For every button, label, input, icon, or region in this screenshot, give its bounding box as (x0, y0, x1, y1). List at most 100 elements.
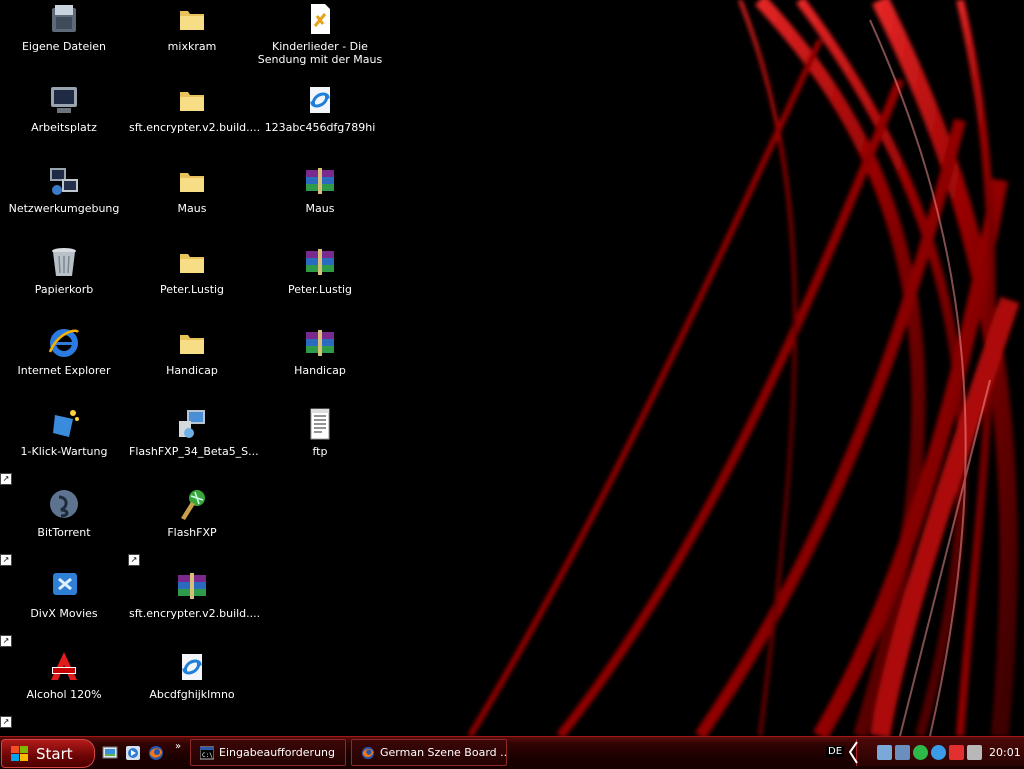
icon-label: ftp (312, 445, 328, 458)
icon-label: Peter.Lustig (287, 283, 353, 296)
tray-alert-icon[interactable] (949, 745, 964, 760)
tray-volume-icon[interactable] (967, 745, 982, 760)
tray-app-icon[interactable] (877, 745, 892, 760)
desktop-icon-divx[interactable]: ↗ DivX Movies (0, 569, 128, 647)
windows-logo-icon (10, 745, 30, 763)
icon-label: Papierkorb (34, 283, 94, 296)
winrar-archive-icon (306, 168, 334, 194)
icon-label: Netzwerkumgebung (8, 202, 120, 215)
icon-label: Arbeitsplatz (31, 121, 97, 134)
desktop-icon-flashfxp[interactable]: ↗ FlashFXP (128, 488, 256, 566)
winrar-archive-icon (306, 330, 334, 356)
svg-text:C:\: C:\ (202, 752, 213, 759)
icon-label: 123abc456dfg789hi (264, 121, 376, 134)
clock[interactable]: 20:01 (989, 746, 1021, 759)
desktop-icon-folder-peter-lustig[interactable]: Peter.Lustig (128, 245, 256, 323)
alcohol-icon (51, 652, 77, 680)
start-label: Start (36, 744, 73, 763)
taskbar: Start » C:\ Eingabeaufforderung German S… (0, 736, 1024, 769)
desktop-icon-peter-lustig-archive[interactable]: Peter.Lustig (256, 245, 384, 323)
desktop-icon-handicap-archive[interactable]: Handicap (256, 326, 384, 404)
shortcut-arrow-icon: ↗ (0, 716, 12, 728)
desktop-icon-sft-encrypter-archive[interactable]: sft.encrypter.v2.build.... (128, 569, 261, 647)
icon-label: Alcohol 120% (26, 688, 102, 701)
icon-label: mixkram (167, 40, 217, 53)
shortcut-arrow-icon: ↗ (0, 554, 12, 566)
icon-label: Maus (305, 202, 335, 215)
folder-icon (180, 11, 204, 30)
desktop-icon-alcohol[interactable]: ↗ Alcohol 120% (0, 650, 128, 728)
desktop-icon-recycle-bin[interactable]: Papierkorb (0, 245, 128, 323)
desktop-icon-ftp[interactable]: ftp (256, 407, 384, 485)
folder-icon (180, 254, 204, 273)
firefox-icon (361, 746, 375, 759)
icon-label: 1-Klick-Wartung (20, 445, 108, 458)
task-button-firefox[interactable]: German Szene Board ... (351, 739, 507, 766)
desktop-icon-folder-handicap[interactable]: Handicap (128, 326, 256, 404)
icon-label: Peter.Lustig (159, 283, 225, 296)
icon-label: Kinderlieder - Die Sendung mit der Maus (257, 40, 383, 66)
icon-label: Abcdfghijklmno (149, 688, 235, 701)
desktop-icon-kinderlieder[interactable]: Kinderlieder - Die Sendung mit der Maus (256, 2, 384, 70)
desktop-icon-my-documents[interactable]: Eigene Dateien (0, 2, 128, 80)
file-sync-icon (310, 87, 330, 113)
internet-explorer-icon (48, 329, 79, 357)
icon-label: Eigene Dateien (21, 40, 107, 53)
desktop-icon-maus-archive[interactable]: Maus (256, 164, 384, 242)
winrar-archive-icon (306, 249, 334, 275)
desktop-icon-bittorrent[interactable]: ↗ BitTorrent (0, 488, 128, 566)
language-indicator[interactable]: DE (826, 746, 845, 757)
desktop-icon-internet-explorer[interactable]: Internet Explorer (0, 326, 128, 404)
tray-clover-icon[interactable] (913, 745, 928, 760)
installer-icon (179, 410, 205, 438)
shortcut-arrow-icon: ↗ (128, 554, 140, 566)
file-link-icon (311, 4, 330, 34)
folder-icon (180, 92, 204, 111)
desktop-icon-folder-sft-encrypter[interactable]: sft.encrypter.v2.build.... (128, 83, 261, 161)
icon-label: sft.encrypter.v2.build.... (129, 121, 261, 134)
firefox-icon[interactable] (148, 745, 164, 761)
file-sync-icon (182, 654, 202, 680)
maintenance-icon (53, 410, 79, 437)
icon-label: sft.encrypter.v2.build.... (129, 607, 261, 620)
desktop: Eigene Dateien Arbeitsplatz Netzwerkumge… (0, 0, 1024, 736)
desktop-icon-my-computer[interactable]: Arbeitsplatz (0, 83, 128, 161)
desktop-icon-123abc456dfg789hi[interactable]: 123abc456dfg789hi (256, 83, 384, 161)
show-desktop-icon[interactable] (102, 745, 118, 761)
folder-icon (180, 173, 204, 192)
my-computer-icon (51, 87, 77, 113)
desktop-icon-folder-mixkram[interactable]: mixkram (128, 2, 256, 80)
tray-expand-icon[interactable] (847, 739, 859, 766)
icon-label: Maus (177, 202, 207, 215)
bittorrent-icon (50, 490, 78, 518)
tray-users-icon[interactable] (895, 745, 910, 760)
icon-label: Handicap (166, 364, 218, 377)
icon-label: BitTorrent (37, 526, 91, 539)
start-button[interactable]: Start (1, 739, 95, 768)
shortcut-arrow-icon: ↗ (0, 473, 12, 485)
desktop-icon-abcdfghijklmno[interactable]: Abcdfghijklmno (128, 650, 256, 728)
my-documents-icon (52, 5, 76, 32)
icon-label: FlashFXP (167, 526, 217, 539)
winrar-archive-icon (178, 573, 206, 599)
icon-label: Handicap (294, 364, 346, 377)
task-button-command-prompt[interactable]: C:\ Eingabeaufforderung (190, 739, 346, 766)
divx-icon (53, 573, 77, 595)
desktop-icon-folder-maus[interactable]: Maus (128, 164, 256, 242)
text-file-icon (310, 408, 330, 440)
recycle-bin-icon (52, 248, 76, 276)
folder-icon (180, 335, 204, 354)
task-label: Eingabeaufforderung (219, 746, 335, 759)
task-label: German Szene Board ... (380, 746, 506, 759)
desktop-icon-maintenance[interactable]: ↗ 1-Klick-Wartung (0, 407, 128, 485)
shortcut-arrow-icon: ↗ (0, 635, 12, 647)
flashfxp-icon (181, 490, 205, 520)
icon-label: FlashFXP_34_Beta5_S... (129, 445, 259, 458)
desktop-icon-flashfxp-installer[interactable]: FlashFXP_34_Beta5_S... (128, 407, 259, 485)
quick-launch-expand-icon[interactable]: » (175, 741, 181, 752)
command-prompt-icon: C:\ (200, 746, 214, 759)
network-places-icon (50, 168, 78, 195)
desktop-icon-network-places[interactable]: Netzwerkumgebung (0, 164, 128, 242)
media-player-icon[interactable] (125, 745, 141, 761)
tray-search-icon[interactable] (931, 745, 946, 760)
